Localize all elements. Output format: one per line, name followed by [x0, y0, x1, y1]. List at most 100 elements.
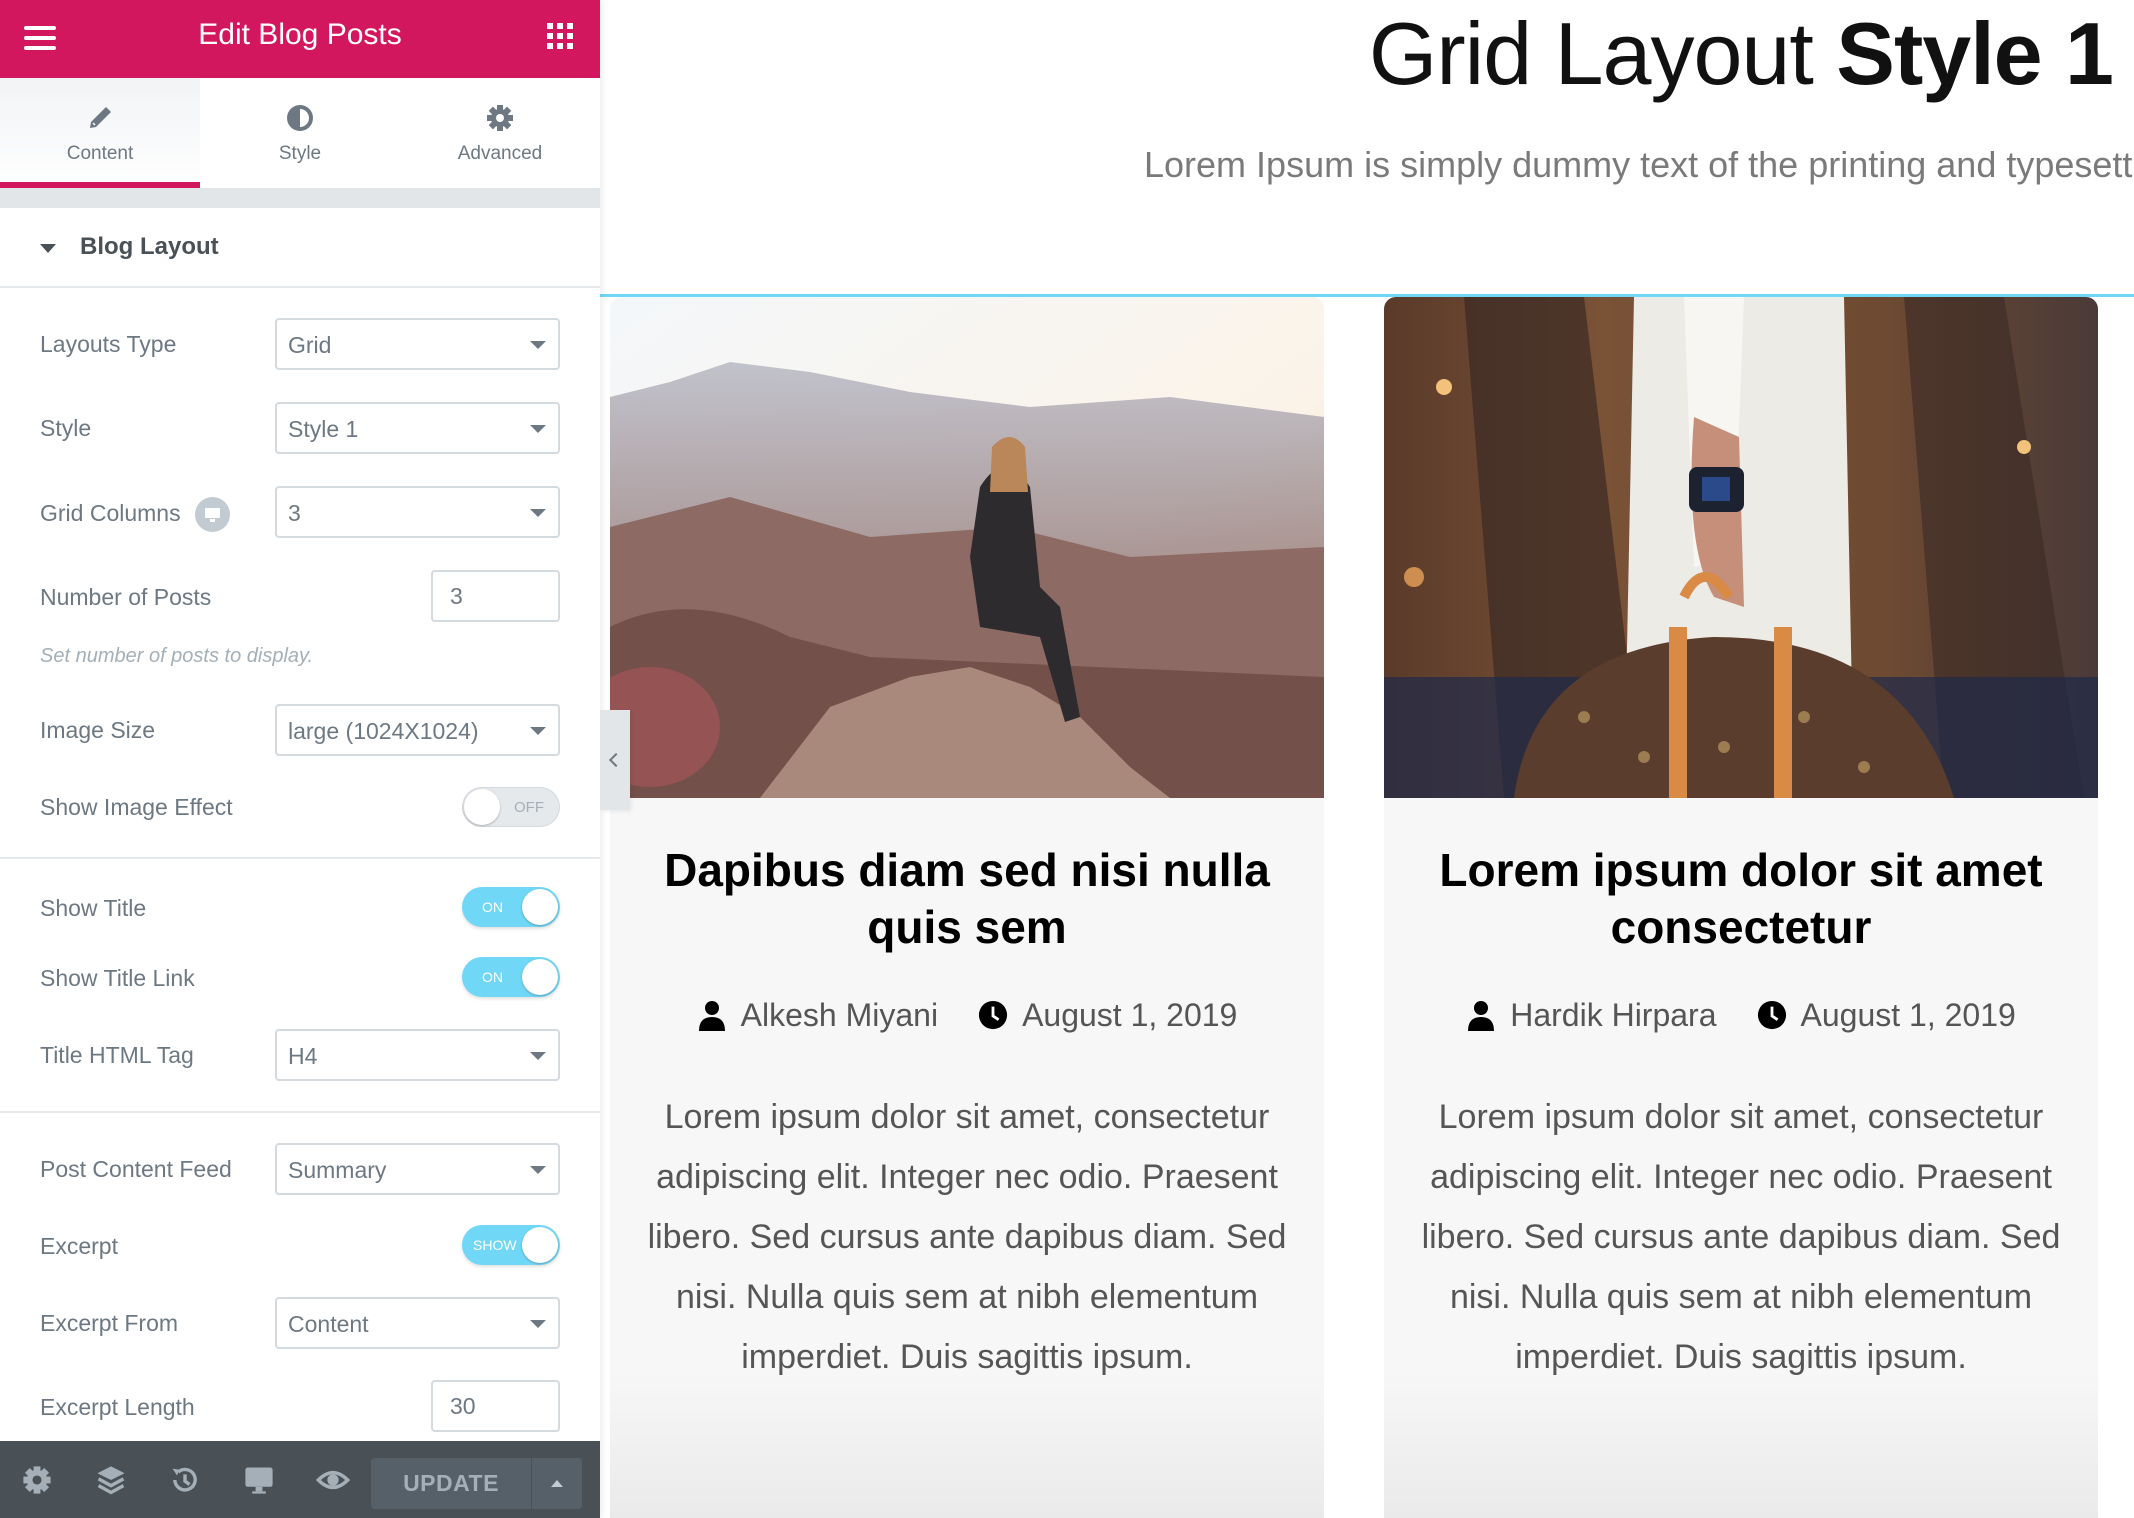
- post-image-mountain[interactable]: [610, 297, 1324, 798]
- page-heading: Grid Layout Style 1: [1368, 3, 2114, 105]
- excerpt-toggle[interactable]: SHOW: [462, 1225, 560, 1265]
- toggle-knob: [522, 1227, 558, 1263]
- show-title-link-label: Show Title Link: [40, 965, 195, 991]
- title-html-tag-select[interactable]: H4: [275, 1029, 560, 1081]
- post-author: Alkesh Miyani: [697, 997, 938, 1034]
- post-card: Dapibus diam sed nisi nulla quis sem Alk…: [610, 297, 1324, 1518]
- tab-separator: [0, 188, 600, 208]
- tab-advanced-label: Advanced: [457, 143, 543, 164]
- page-preview: Grid Layout Style 1 Lorem Ipsum is simpl…: [600, 0, 2134, 1518]
- layouts-type-value: Grid: [288, 332, 332, 358]
- post-card: Lorem ipsum dolor sit amet consectetur H…: [1384, 297, 2098, 1518]
- page-subtitle: Lorem Ipsum is simply dummy text of the …: [1144, 144, 2134, 185]
- clock-icon: [1757, 1000, 1786, 1030]
- caret-down-icon: [530, 1166, 546, 1174]
- update-options-button[interactable]: [532, 1458, 582, 1509]
- toggle-state: SHOW: [473, 1237, 517, 1253]
- post-excerpt: Lorem ipsum dolor sit amet, consectetur …: [1421, 1098, 2061, 1376]
- excerpt-length-input[interactable]: 30: [431, 1380, 560, 1432]
- number-of-posts-description: Set number of posts to display.: [40, 645, 314, 667]
- show-image-effect-label: Show Image Effect: [40, 794, 233, 820]
- post-date-text: August 1, 2019: [1800, 996, 2016, 1033]
- pencil-icon: [90, 107, 111, 128]
- user-icon: [698, 1001, 725, 1031]
- post-content-feed-value: Summary: [288, 1157, 387, 1183]
- layouts-type-select[interactable]: Grid: [275, 318, 560, 370]
- clock-icon: [979, 1000, 1008, 1030]
- tab-content-label: Content: [66, 143, 134, 164]
- gear-icon: [487, 105, 513, 131]
- caret-down-icon: [530, 1320, 546, 1328]
- post-author-name: Hardik Hirpara: [1510, 996, 1717, 1033]
- tab-content[interactable]: Content: [0, 78, 200, 188]
- toggle-knob: [522, 889, 558, 925]
- page-heading-regular: Grid Layout: [1368, 4, 1837, 103]
- post-date-text: August 1, 2019: [1022, 996, 1238, 1033]
- page-heading-bold: Style 1: [1836, 4, 2114, 103]
- layouts-type-label: Layouts Type: [40, 331, 177, 357]
- tab-style-label: Style: [278, 143, 322, 164]
- section-title: Blog Layout: [80, 233, 219, 260]
- post-title-link[interactable]: Lorem ipsum dolor sit amet consectetur: [1414, 842, 2068, 956]
- excerpt-from-label: Excerpt From: [40, 1310, 179, 1336]
- caret-down-icon: [530, 509, 546, 517]
- post-content-feed-select[interactable]: Summary: [275, 1143, 560, 1195]
- tab-style[interactable]: Style: [200, 78, 400, 188]
- excerpt-label: Excerpt: [40, 1233, 118, 1259]
- image-size-label: Image Size: [40, 717, 156, 743]
- section-divider: [0, 1111, 600, 1113]
- post-content-feed-label: Post Content Feed: [40, 1156, 232, 1182]
- title-html-tag-value: H4: [288, 1043, 318, 1069]
- caret-down-icon: [40, 244, 56, 253]
- number-of-posts-input[interactable]: 3: [431, 570, 560, 622]
- layers-icon[interactable]: [94, 1463, 128, 1497]
- excerpt-from-select[interactable]: Content: [275, 1297, 560, 1349]
- panel-tabs: Content Style Advanced: [0, 78, 600, 188]
- show-image-effect-toggle[interactable]: OFF: [462, 787, 560, 827]
- toggle-state: OFF: [514, 799, 544, 816]
- caret-down-icon: [530, 1052, 546, 1060]
- caret-down-icon: [530, 727, 546, 735]
- post-meta: Hardik Hirpara August 1, 2019: [1384, 995, 2098, 1035]
- desktop-icon[interactable]: [242, 1463, 276, 1497]
- collapse-panel-handle[interactable]: [600, 710, 630, 810]
- settings-gear-icon[interactable]: [20, 1463, 54, 1497]
- history-icon[interactable]: [168, 1463, 202, 1497]
- post-image-luggage[interactable]: [1384, 297, 2098, 798]
- style-select[interactable]: Style 1: [275, 402, 560, 454]
- tab-advanced[interactable]: Advanced: [400, 78, 600, 188]
- post-title-link[interactable]: Dapibus diam sed nisi nulla quis sem: [640, 842, 1294, 956]
- half-circle-icon: [287, 105, 313, 131]
- show-title-link-toggle[interactable]: ON: [462, 957, 560, 997]
- panel-header: Edit Blog Posts: [0, 0, 600, 78]
- show-title-toggle[interactable]: ON: [462, 887, 560, 927]
- show-title-label: Show Title: [40, 895, 147, 921]
- user-icon: [1468, 1001, 1495, 1031]
- panel-title: Edit Blog Posts: [198, 18, 402, 51]
- excerpt-length-label: Excerpt Length: [40, 1394, 195, 1420]
- post-excerpt: Lorem ipsum dolor sit amet, consectetur …: [647, 1098, 1287, 1376]
- caret-down-icon: [530, 341, 546, 349]
- image-size-select[interactable]: large (1024X1024): [275, 704, 560, 756]
- post-author: Hardik Hirpara: [1466, 996, 1717, 1034]
- section-divider: [0, 857, 600, 859]
- widgets-grid-icon[interactable]: [547, 23, 573, 49]
- update-button[interactable]: UPDATE: [371, 1458, 531, 1509]
- post-author-name: Alkesh Miyani: [740, 996, 939, 1033]
- excerpt-from-value: Content: [288, 1311, 369, 1337]
- panel-footer: UPDATE: [0, 1441, 600, 1518]
- grid-columns-label: Grid Columns: [40, 500, 181, 526]
- eye-preview-icon[interactable]: [316, 1463, 350, 1497]
- grid-columns-value: 3: [288, 500, 301, 526]
- post-date: August 1, 2019: [1757, 997, 2016, 1034]
- number-of-posts-label: Number of Posts: [40, 584, 212, 610]
- editor-panel: Edit Blog Posts Content Style Advanced B…: [0, 0, 600, 1518]
- image-size-value: large (1024X1024): [288, 718, 479, 744]
- section-blog-layout-toggle[interactable]: Blog Layout: [0, 208, 600, 288]
- grid-columns-select[interactable]: 3: [275, 486, 560, 538]
- caret-down-icon: [530, 425, 546, 433]
- toggle-state: ON: [482, 969, 503, 985]
- responsive-desktop-icon[interactable]: [195, 497, 230, 532]
- post-date: August 1, 2019: [978, 997, 1237, 1034]
- toggle-knob: [464, 789, 500, 825]
